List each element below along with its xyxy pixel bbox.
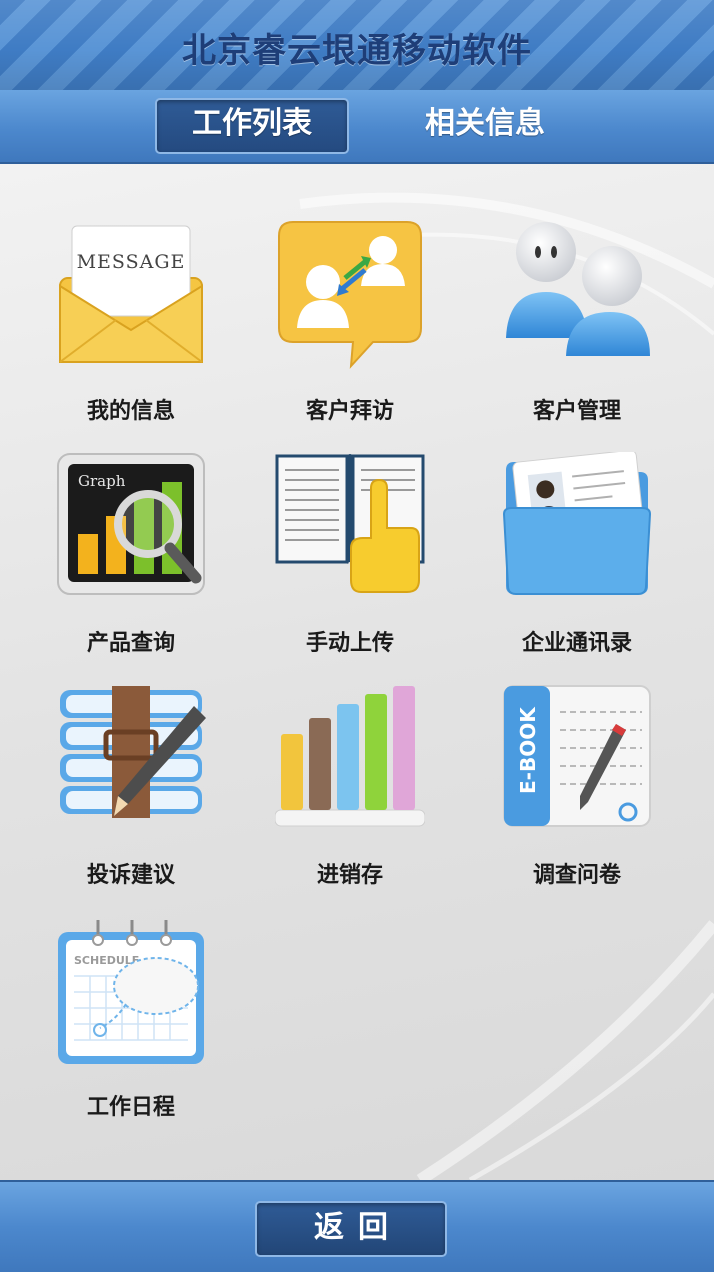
grid-item-my-info[interactable]: MESSAGE 我的信息 [21,220,241,430]
grid-item-label: 投诉建议 [86,863,175,888]
grid-item-label: 企业通讯录 [521,631,632,656]
graph-magnifier-icon: Graph [56,452,206,602]
grid-item-company-contacts[interactable]: 企业通讯录 [467,449,687,662]
grid-item-customer-management[interactable]: 客户管理 [467,220,687,430]
tab-work-list[interactable]: 工作列表 [155,98,349,154]
grid-item-label: 调查问卷 [532,863,621,888]
books-pencil-icon [56,684,206,834]
app-title: 北京睿云垠通移动软件 [182,31,532,71]
grid-item-work-schedule[interactable]: SCHEDULE 工作日程 [21,916,241,1126]
back-button[interactable]: 返回 [255,1201,447,1257]
book-hand-icon [275,452,425,602]
tab-related-info[interactable]: 相关信息 [390,98,580,150]
customer-management-icon [502,220,652,370]
tab-bar: 工作列表 相关信息 [0,90,714,164]
ebook-pencil-icon: E-BOOK [502,684,652,834]
grid-item-survey[interactable]: E-BOOK 调查问卷 [467,684,687,894]
grid-item-label: 进销存 [316,863,383,888]
grid-item-product-query[interactable]: Graph 产品查询 [21,452,241,662]
grid-item-label: 手动上传 [305,631,394,656]
grid-item-label: 我的信息 [86,399,175,424]
grid-item-customer-visit[interactable]: 客户拜访 [240,220,460,430]
message-envelope-icon: MESSAGE [56,220,206,370]
grid-item-label: 产品查询 [86,631,175,656]
svg-text:Graph: Graph [78,472,126,490]
bar-chart-icon [274,684,426,834]
grid-item-complaints-suggestions[interactable]: 投诉建议 [21,684,241,894]
grid-item-label: 客户拜访 [305,399,394,424]
contact-folder-icon [502,449,652,602]
customer-visit-icon [275,220,425,370]
footer-bar: 返回 [0,1180,714,1272]
svg-text:E-BOOK: E-BOOK [516,706,540,794]
grid-item-inventory[interactable]: 进销存 [240,684,460,894]
grid-item-label: 客户管理 [532,399,621,424]
grid-item-manual-upload[interactable]: 手动上传 [240,452,460,662]
app-grid: MESSAGE 我的信息 客户拜访 客户管理 Graph 产品查询 手动上传 企… [0,164,714,1180]
schedule-calendar-icon: SCHEDULE [56,916,206,1066]
svg-text:MESSAGE: MESSAGE [77,251,186,273]
title-bar: 北京睿云垠通移动软件 [0,0,714,91]
grid-item-label: 工作日程 [86,1095,175,1120]
